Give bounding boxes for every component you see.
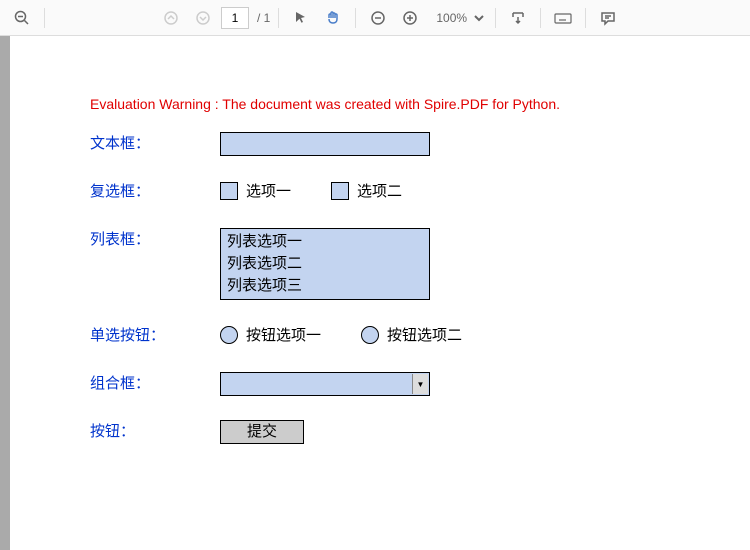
radio-label: 单选按钮： <box>90 324 220 345</box>
pdf-page: Evaluation Warning : The document was cr… <box>10 36 750 550</box>
textbox-label: 文本框： <box>90 132 220 153</box>
page-number-input[interactable] <box>221 7 249 29</box>
pointer-tool-icon[interactable] <box>287 4 315 32</box>
zoom-select[interactable]: 100% <box>428 8 487 28</box>
separator <box>495 8 496 28</box>
chevron-down-icon[interactable]: ▼ <box>412 374 428 394</box>
separator <box>585 8 586 28</box>
radio-1-label: 按钮选项一 <box>246 324 321 345</box>
pdf-toolbar: / 1 100% <box>0 0 750 36</box>
list-item[interactable]: 列表选项一 <box>227 231 423 253</box>
radio-1[interactable] <box>220 326 238 344</box>
radio-2[interactable] <box>361 326 379 344</box>
checkbox-1[interactable] <box>220 182 238 200</box>
hand-tool-icon[interactable] <box>319 4 347 32</box>
checkbox-2-label: 选项二 <box>357 180 402 201</box>
list-item[interactable]: 列表选项三 <box>227 275 423 297</box>
comment-icon[interactable] <box>594 4 622 32</box>
separator <box>44 8 45 28</box>
checkbox-label: 复选框： <box>90 180 220 201</box>
button-label: 按钮： <box>90 420 220 441</box>
evaluation-warning: Evaluation Warning : The document was cr… <box>90 96 670 112</box>
zoom-plus-icon[interactable] <box>396 4 424 32</box>
keyboard-icon[interactable] <box>549 4 577 32</box>
separator <box>540 8 541 28</box>
listbox-label: 列表框： <box>90 228 220 249</box>
list-item[interactable]: 列表选项二 <box>227 253 423 275</box>
radio-2-label: 按钮选项二 <box>387 324 462 345</box>
listbox-field[interactable]: 列表选项一 列表选项二 列表选项三 <box>220 228 430 300</box>
page-edge <box>0 36 10 550</box>
page-total: / 1 <box>257 11 270 25</box>
textbox-field[interactable] <box>220 132 430 156</box>
zoom-minus-icon[interactable] <box>364 4 392 32</box>
separator <box>355 8 356 28</box>
combobox-field[interactable]: ▼ <box>220 372 430 396</box>
fit-width-icon[interactable] <box>504 4 532 32</box>
separator <box>278 8 279 28</box>
pdf-viewer: Evaluation Warning : The document was cr… <box>0 36 750 550</box>
scroll-up-icon <box>157 4 185 32</box>
checkbox-1-label: 选项一 <box>246 180 291 201</box>
zoom-out-icon[interactable] <box>8 4 36 32</box>
submit-button[interactable]: 提交 <box>220 420 304 444</box>
scroll-down-icon <box>189 4 217 32</box>
checkbox-2[interactable] <box>331 182 349 200</box>
combobox-label: 组合框： <box>90 372 220 393</box>
